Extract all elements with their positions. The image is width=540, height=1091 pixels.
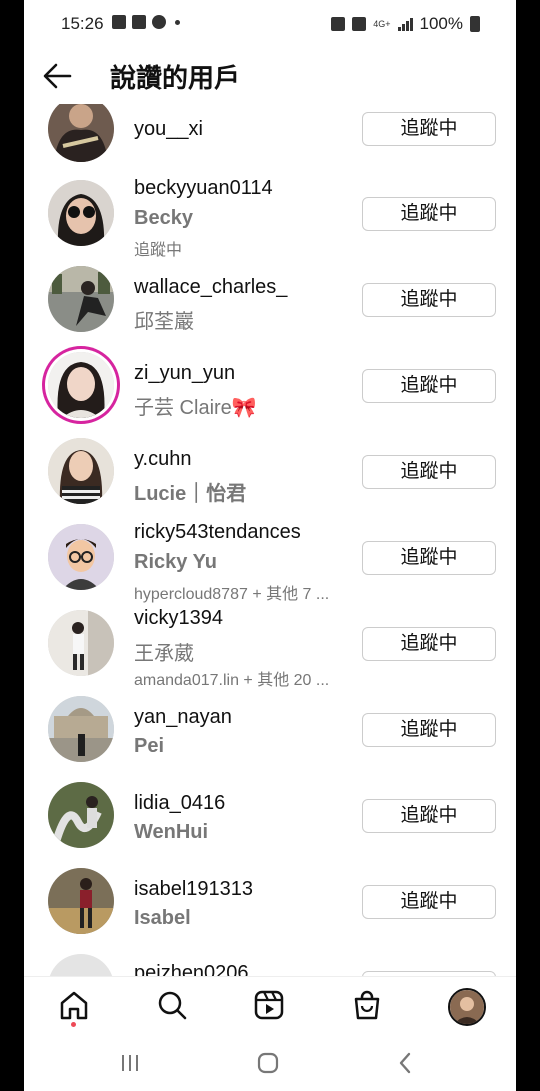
- mute-icon: [352, 17, 367, 31]
- username[interactable]: y.cuhn: [134, 448, 191, 471]
- full-name: WenHui: [134, 821, 209, 843]
- username[interactable]: peizhen0206: [134, 962, 249, 976]
- following-button[interactable]: 追蹤中: [362, 283, 496, 317]
- following-button[interactable]: 追蹤中: [362, 369, 496, 403]
- lock-icon: [331, 17, 346, 31]
- full-name: 子芸 Claire🎀: [134, 397, 257, 419]
- battery-level: 100%: [419, 14, 463, 33]
- username[interactable]: lidia_0416: [134, 792, 225, 815]
- list-item[interactable]: beckyyuan0114 Becky 追蹤中 追蹤中: [24, 177, 516, 266]
- full-name: Ricky Yu: [134, 551, 218, 573]
- full-name: Becky: [134, 207, 193, 229]
- avatar[interactable]: [48, 104, 114, 162]
- shop-icon[interactable]: [349, 987, 385, 1023]
- list-item[interactable]: zi_yun_yun 子芸 Claire🎀 追蹤中: [24, 352, 516, 438]
- status-bar: 15:26 4G+ 100%: [24, 0, 516, 48]
- following-button[interactable]: 追蹤中: [362, 885, 496, 919]
- reels-icon[interactable]: [251, 987, 287, 1023]
- following-button[interactable]: 追蹤中: [362, 112, 496, 146]
- username[interactable]: beckyyuan0114: [134, 177, 273, 200]
- search-icon[interactable]: [154, 987, 190, 1023]
- avatar[interactable]: [48, 266, 114, 332]
- list-item[interactable]: vicky1394 王承葳 amanda017.lin + 其他 20 ... …: [24, 607, 516, 696]
- avatar[interactable]: [48, 954, 114, 976]
- avatar[interactable]: [48, 180, 114, 246]
- username[interactable]: wallace_charles_: [134, 276, 287, 299]
- back-arrow-icon[interactable]: [42, 62, 72, 90]
- likers-list[interactable]: you__xi 追蹤中 beckyyuan0114 Becky 追蹤中 追蹤中 …: [24, 104, 516, 976]
- system-navigation: [24, 1034, 516, 1091]
- app-notification-icon: [132, 15, 146, 29]
- bottom-navigation: [24, 976, 516, 1035]
- avatar[interactable]: [48, 782, 114, 848]
- battery-icon: [470, 16, 480, 32]
- recent-apps-icon[interactable]: [115, 1048, 145, 1078]
- list-item[interactable]: ricky543tendances Ricky Yu hypercloud878…: [24, 521, 516, 610]
- network-type: 4G+: [373, 19, 391, 29]
- avatar[interactable]: [48, 610, 114, 676]
- list-item[interactable]: you__xi 追蹤中: [24, 104, 516, 182]
- following-button[interactable]: 追蹤中: [362, 713, 496, 747]
- page-title: 說讚的用戶: [110, 63, 241, 93]
- header: 說讚的用戶: [24, 48, 516, 104]
- avatar-with-story[interactable]: [48, 352, 114, 418]
- avatar[interactable]: [48, 868, 114, 934]
- list-item[interactable]: wallace_charles_ 邱荃巖 追蹤中: [24, 266, 516, 352]
- full-name: Isabel: [134, 907, 191, 929]
- avatar[interactable]: [48, 696, 114, 762]
- full-name: Pei: [134, 735, 165, 757]
- username[interactable]: ricky543tendances: [134, 521, 301, 544]
- username[interactable]: vicky1394: [134, 607, 223, 630]
- following-button[interactable]: 追蹤中: [362, 627, 496, 661]
- full-name: 邱荃巖: [134, 311, 194, 333]
- full-name: 王承葳: [134, 643, 194, 665]
- list-item[interactable]: isabel191313 Isabel 追蹤中: [24, 868, 516, 954]
- username[interactable]: you__xi: [134, 118, 203, 141]
- follow-status: 追蹤中: [134, 242, 183, 259]
- notification-icons: [112, 15, 180, 29]
- active-indicator: [71, 1022, 76, 1027]
- list-item[interactable]: y.cuhn Lucie｜怡君 追蹤中: [24, 438, 516, 524]
- gallery-icon: [112, 15, 126, 29]
- signal-icon: [397, 17, 413, 31]
- following-button[interactable]: 追蹤中: [362, 541, 496, 575]
- following-button[interactable]: 追蹤中: [362, 197, 496, 231]
- full-name: Lucie｜怡君: [134, 483, 247, 505]
- back-button-icon[interactable]: [391, 1048, 421, 1078]
- status-right: 4G+ 100%: [331, 14, 480, 34]
- profile-avatar[interactable]: [448, 988, 486, 1026]
- username[interactable]: yan_nayan: [134, 706, 232, 729]
- followed-by: amanda017.lin + 其他 20 ...: [134, 672, 330, 689]
- list-item[interactable]: yan_nayan Pei 追蹤中: [24, 696, 516, 782]
- facebook-icon: [152, 15, 166, 29]
- followed-by: hypercloud8787 + 其他 7 ...: [134, 586, 330, 603]
- username[interactable]: isabel191313: [134, 878, 253, 901]
- home-icon[interactable]: [56, 987, 92, 1023]
- avatar[interactable]: [48, 438, 114, 504]
- more-notifications-icon: [175, 19, 180, 25]
- following-button[interactable]: 追蹤中: [362, 799, 496, 833]
- username[interactable]: zi_yun_yun: [134, 362, 235, 385]
- list-item[interactable]: lidia_0416 WenHui 追蹤中: [24, 782, 516, 868]
- list-item[interactable]: peizhen0206 追蹤中: [24, 954, 516, 976]
- home-button-icon[interactable]: [253, 1048, 283, 1078]
- screen: 15:26 4G+ 100% 說讚的用戶 you__xi 追蹤中 beckyyu…: [24, 0, 516, 1091]
- avatar[interactable]: [48, 524, 114, 590]
- status-time: 15:26: [61, 14, 104, 33]
- following-button[interactable]: 追蹤中: [362, 455, 496, 489]
